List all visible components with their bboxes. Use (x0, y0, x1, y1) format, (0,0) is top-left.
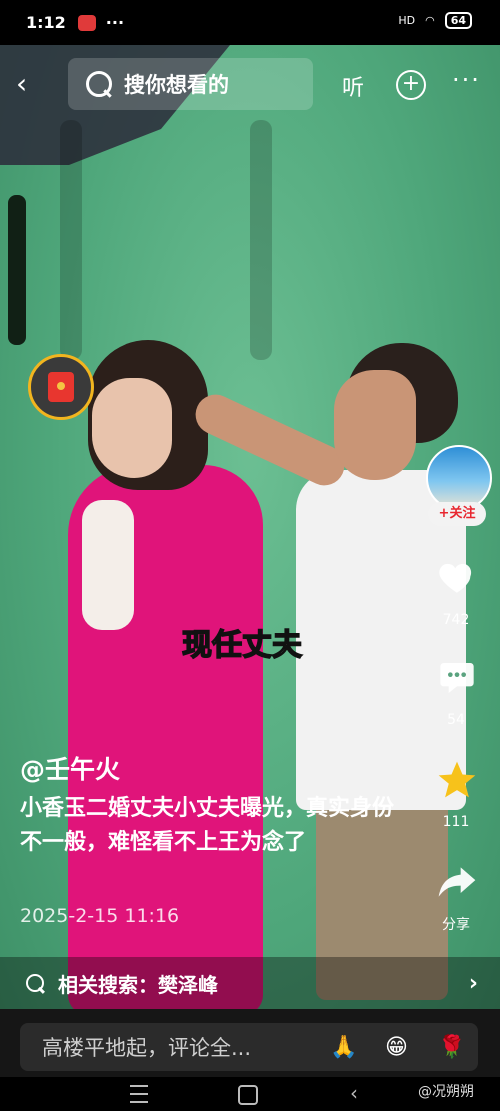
rose-emoji-button[interactable]: 🌹 (438, 1035, 465, 1060)
wifi-icon: ◠ (425, 14, 435, 27)
watermark: @况朔朔 (418, 1084, 474, 1100)
favorite-star-icon[interactable] (434, 758, 480, 802)
red-packet-button[interactable] (28, 354, 94, 420)
pray-emoji-button[interactable]: 🙏 (330, 1035, 357, 1060)
related-search-label: 相关搜索：樊泽峰 (58, 972, 218, 997)
status-right: HD ◠ 64 (398, 12, 472, 29)
post-description[interactable]: 小香玉二婚丈夫小丈夫曝光，真实身份不一般，难怪看不上王为念了 (20, 792, 415, 860)
app-notification-icon (77, 14, 96, 31)
comment-placeholder: 高楼平地起，评论全... (42, 1036, 252, 1060)
comment-icon[interactable] (436, 658, 478, 698)
woman-face (92, 378, 172, 478)
search-icon (26, 974, 44, 992)
back-icon[interactable]: ‹ (350, 1081, 358, 1105)
chevron-right-icon: › (468, 970, 478, 996)
back-button[interactable]: ‹ (16, 70, 44, 98)
curtain-gap (8, 195, 26, 345)
add-icon[interactable]: + (396, 70, 426, 100)
signal-icon: HD (398, 14, 416, 27)
curtain-fold (60, 120, 82, 360)
like-heart-icon[interactable] (436, 556, 478, 598)
man-face (334, 370, 416, 480)
more-options-button[interactable]: ··· (452, 66, 481, 94)
video-overlay-caption: 现任丈夫 (181, 627, 303, 664)
search-input[interactable]: 搜你想看的 (68, 58, 313, 110)
favorite-count: 111 (442, 814, 470, 830)
status-more-dots: ··· (105, 13, 125, 32)
share-label: 分享 (442, 917, 470, 933)
author-name[interactable]: @壬午火 (20, 750, 120, 786)
grin-emoji-button[interactable]: 😁 (385, 1035, 408, 1060)
search-icon (86, 71, 112, 97)
related-search-bar[interactable]: 相关搜索：樊泽峰 › (0, 957, 500, 1009)
home-icon[interactable] (238, 1085, 258, 1105)
comment-bar: 高楼平地起，评论全... 🙏 😁 🌹 (0, 1009, 500, 1077)
comment-input[interactable]: 高楼平地起，评论全... (20, 1023, 478, 1071)
status-bar: 1:12 ··· HD ◠ 64 (0, 0, 500, 45)
comment-count: 54 (447, 712, 465, 728)
listen-button[interactable]: 听 (342, 70, 364, 102)
woman-shirt (82, 500, 134, 630)
post-date: 2025-2-15 11:16 (20, 905, 180, 927)
curtain-fold (250, 120, 272, 360)
menu-icon[interactable] (130, 1085, 148, 1103)
red-envelope-icon (48, 372, 74, 402)
search-placeholder: 搜你想看的 (124, 73, 229, 97)
follow-button[interactable]: +关注 (428, 502, 486, 526)
battery-icon: 64 (444, 12, 472, 29)
like-count: 742 (442, 612, 470, 628)
status-time: 1:12 (26, 13, 66, 32)
share-arrow-icon[interactable] (434, 860, 480, 904)
